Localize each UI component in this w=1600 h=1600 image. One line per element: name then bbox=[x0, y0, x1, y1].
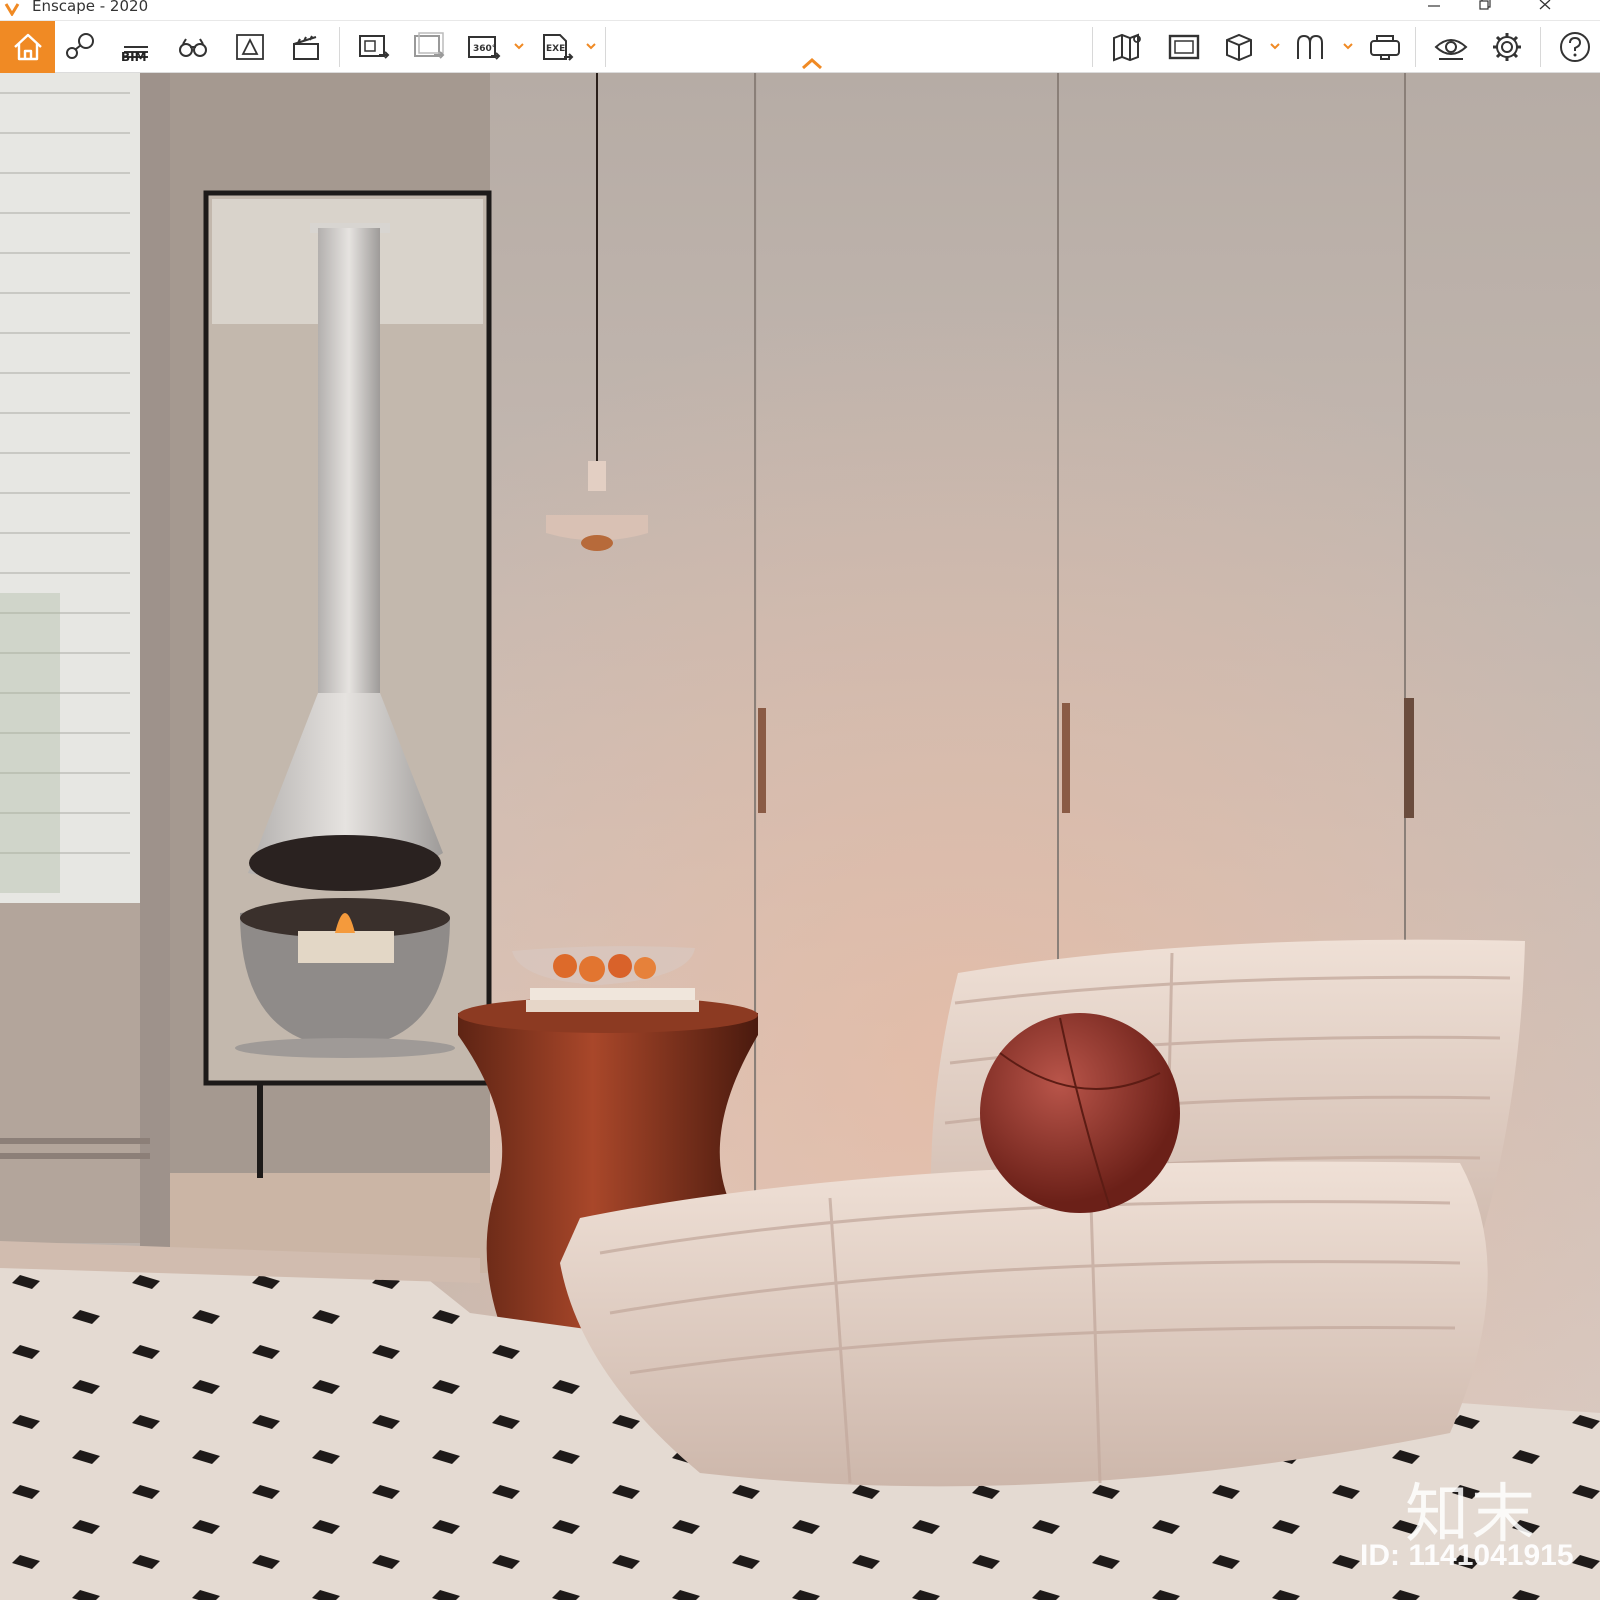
settings-button[interactable] bbox=[1484, 24, 1530, 70]
material-editor-icon bbox=[1297, 34, 1323, 59]
clapperboard-icon bbox=[293, 35, 319, 60]
enscape-logo-icon bbox=[4, 3, 20, 16]
collapse-toolbar-icon[interactable] bbox=[800, 56, 824, 72]
export-screenshot-icon bbox=[359, 35, 390, 59]
toolbar-separator bbox=[1415, 27, 1416, 67]
home-icon bbox=[13, 33, 42, 61]
views-icon bbox=[66, 33, 94, 59]
visual-settings-button[interactable] bbox=[1428, 24, 1474, 70]
chevron-down-icon[interactable] bbox=[513, 41, 525, 51]
batch-render-button[interactable] bbox=[405, 24, 451, 70]
chevron-down-icon[interactable] bbox=[1269, 41, 1281, 51]
help-icon bbox=[1560, 32, 1590, 62]
render-viewport[interactable]: 知末 ID: 1141041915 bbox=[0, 73, 1600, 1600]
help-button[interactable] bbox=[1552, 24, 1598, 70]
cube-icon bbox=[1226, 33, 1252, 62]
panorama-button[interactable]: 360° bbox=[460, 24, 506, 70]
minimize-icon[interactable] bbox=[1418, 0, 1464, 21]
panorama-360-icon: 360° bbox=[468, 36, 501, 60]
interior-render-image bbox=[0, 73, 1600, 1600]
watermark-id: ID: 1141041915 bbox=[1360, 1539, 1574, 1572]
toolbar-separator bbox=[1092, 27, 1093, 67]
binoculars-icon bbox=[179, 38, 207, 57]
window-title: Enscape - 2020 bbox=[32, 0, 149, 15]
chevron-down-icon[interactable] bbox=[585, 41, 597, 51]
render-window-icon bbox=[1168, 34, 1200, 60]
binoculars-button[interactable] bbox=[170, 24, 216, 70]
home-button[interactable] bbox=[0, 21, 55, 73]
video-editor-button[interactable] bbox=[283, 24, 329, 70]
sketch-icon bbox=[236, 34, 264, 60]
asset-library-button[interactable] bbox=[1216, 24, 1262, 70]
render-window-button[interactable] bbox=[1161, 24, 1207, 70]
toolbar-separator bbox=[1540, 27, 1541, 67]
close-icon[interactable] bbox=[1538, 0, 1584, 21]
toolbar-separator bbox=[605, 27, 606, 67]
svg-text:360°: 360° bbox=[473, 44, 496, 54]
svg-text:EXE: EXE bbox=[546, 44, 565, 54]
vr-headset-icon bbox=[1370, 35, 1400, 60]
bim-label: BIM bbox=[121, 50, 147, 64]
batch-render-icon bbox=[414, 32, 445, 59]
views-button[interactable] bbox=[57, 24, 103, 70]
exe-export-icon: EXE bbox=[543, 34, 574, 61]
vr-headset-button[interactable] bbox=[1362, 24, 1408, 70]
title-bar: Enscape - 2020 bbox=[0, 0, 1600, 21]
gear-icon bbox=[1493, 33, 1521, 61]
screenshot-button[interactable] bbox=[350, 24, 396, 70]
toolbar-separator bbox=[339, 27, 340, 67]
exe-export-button[interactable]: EXE bbox=[533, 24, 579, 70]
eye-icon bbox=[1434, 39, 1468, 60]
material-editor-button[interactable] bbox=[1288, 24, 1334, 70]
chevron-down-icon[interactable] bbox=[1342, 41, 1354, 51]
restore-icon[interactable] bbox=[1478, 0, 1524, 21]
map-button[interactable] bbox=[1105, 24, 1151, 70]
sketch-button[interactable] bbox=[227, 24, 273, 70]
map-icon bbox=[1113, 33, 1141, 62]
